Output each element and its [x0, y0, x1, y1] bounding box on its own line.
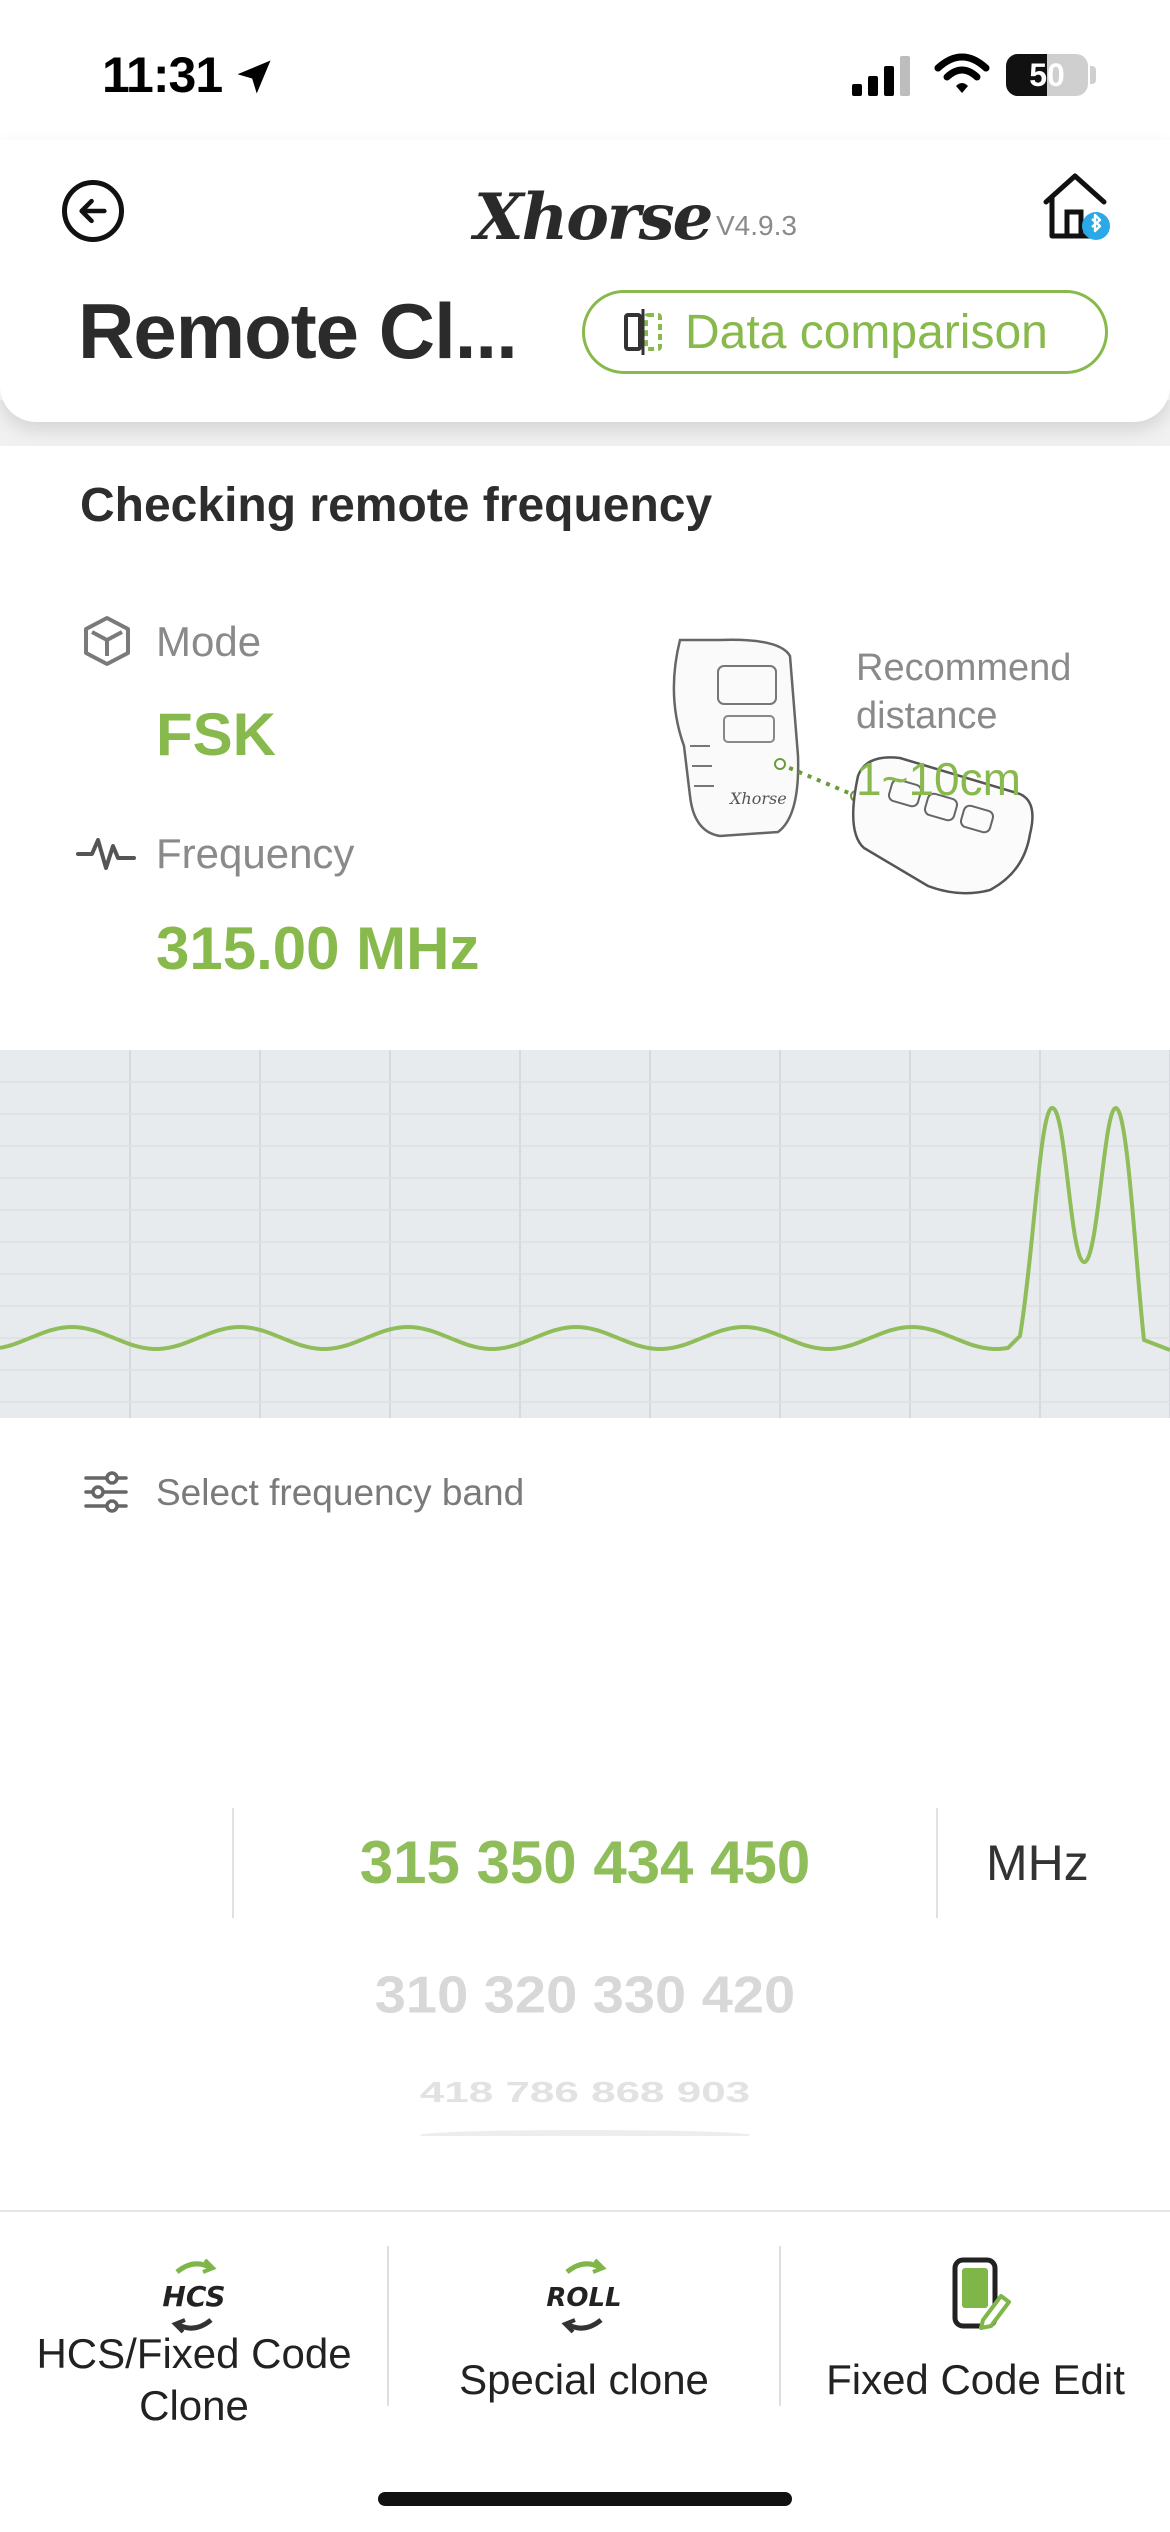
data-comparison-button[interactable]: Data comparison	[582, 290, 1108, 374]
recommend-distance-value: 1~10cm	[856, 753, 1021, 805]
xhorse-logo: Xhorse	[474, 180, 713, 255]
edit-phone-icon	[952, 2257, 1011, 2330]
mode-value: FSK	[156, 701, 276, 768]
tab-hcs-fixed-code-clone[interactable]: HCS HCS/Fixed Code Clone	[0, 2212, 388, 2452]
location-arrow-icon	[237, 60, 271, 94]
page-title: Remote Cl...	[78, 287, 518, 375]
picker-divider-right	[936, 1808, 938, 1918]
wifi-icon	[934, 53, 990, 93]
header: Xhorse V4.9.3 Remote Cl... Data comparis…	[0, 140, 1170, 422]
battery-nub	[1090, 66, 1096, 84]
filter-sliders-icon[interactable]	[82, 1468, 130, 1516]
back-button[interactable]	[62, 180, 124, 242]
signal-trace	[0, 1105, 1170, 1352]
tab-label: Special clone	[459, 2356, 709, 2403]
battery-icon: 50	[1006, 54, 1088, 96]
svg-text:ROLL: ROLL	[546, 2283, 621, 2313]
band-picker-selected[interactable]: 315 350 434 450	[234, 1828, 936, 1897]
band-picker-option-faded	[420, 2130, 750, 2140]
svg-text:HCS: HCS	[162, 2280, 225, 2313]
compare-icon	[624, 309, 662, 355]
tab-label: Fixed Code Edit	[826, 2356, 1125, 2403]
cellular-signal-icon	[852, 56, 910, 96]
hcs-icon: HCS	[162, 2258, 226, 2334]
app-version: V4.9.3	[716, 210, 797, 241]
back-arrow-icon	[79, 198, 107, 224]
recommend-distance-label: Recommend distance	[856, 647, 1072, 737]
signal-waveform	[0, 1050, 1170, 1418]
band-picker-option[interactable]: 418 786 868 903	[234, 2077, 936, 2110]
roll-icon: ROLL	[546, 2258, 622, 2334]
tab-label: HCS/Fixed Code Clone	[36, 2330, 352, 2429]
mode-cube-icon	[84, 616, 130, 666]
band-unit: MHz	[986, 1835, 1089, 1891]
mode-label: Mode	[156, 618, 262, 665]
bottom-tab-bar: HCS HCS/Fixed Code Clone ROLL Special cl…	[0, 2210, 1170, 2532]
tab-special-clone[interactable]: ROLL Special clone	[389, 2212, 779, 2452]
battery-percent: 50	[1029, 57, 1065, 93]
home-indicator	[378, 2492, 792, 2506]
waveform-graph	[0, 1050, 1170, 1418]
svg-text:Xhorse: Xhorse	[728, 789, 787, 808]
frequency-label: Frequency	[156, 830, 355, 877]
status-time: 11:31	[102, 47, 223, 103]
status-bar: 11:31 50	[0, 0, 1170, 140]
tab-fixed-code-edit[interactable]: Fixed Code Edit	[781, 2212, 1170, 2452]
data-comparison-label: Data comparison	[685, 305, 1048, 359]
frequency-value: 315.00 MHz	[156, 915, 480, 982]
pulse-icon	[76, 838, 136, 870]
select-band-label[interactable]: Select frequency band	[156, 1472, 524, 1514]
home-bluetooth-icon[interactable]	[1040, 170, 1110, 242]
section-title: Checking remote frequency	[80, 479, 713, 532]
band-picker-option[interactable]: 310 320 330 420	[234, 1965, 936, 2025]
